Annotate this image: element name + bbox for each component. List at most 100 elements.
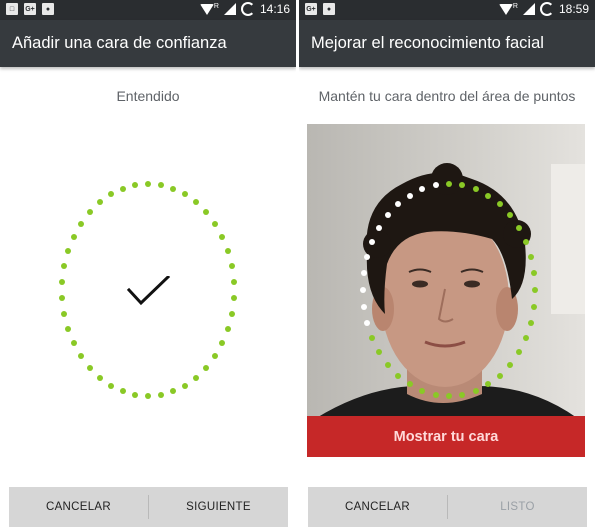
outline-dot <box>119 185 126 192</box>
outline-dot <box>406 192 413 199</box>
outline-dot <box>230 294 237 301</box>
outline-dot <box>107 382 114 389</box>
gplus-icon: G+ <box>24 3 36 15</box>
outline-dot <box>61 263 68 270</box>
outline-dot <box>496 372 503 379</box>
image-icon: □ <box>6 3 18 15</box>
outline-dot <box>203 364 210 371</box>
bag-icon: ● <box>323 3 335 15</box>
outline-dot <box>228 263 235 270</box>
outline-dot <box>70 234 77 240</box>
outline-dot <box>182 382 189 389</box>
outline-dot <box>225 248 232 255</box>
wifi-icon <box>199 3 214 15</box>
outline-dot <box>182 191 189 198</box>
camera-preview <box>307 124 585 457</box>
outline-dot <box>145 393 151 399</box>
outline-dot <box>145 181 151 187</box>
outline-dot <box>361 303 368 310</box>
outline-dot <box>59 279 66 286</box>
page-title: Añadir una cara de confianza <box>12 34 227 52</box>
outline-dot <box>212 220 219 227</box>
outline-dot <box>515 349 522 356</box>
outline-dot <box>77 353 84 360</box>
outline-dot <box>360 287 366 293</box>
outline-dot <box>230 279 237 286</box>
outline-dot <box>485 192 492 199</box>
instruction-text: Entendido <box>116 88 180 104</box>
outline-dot <box>432 182 439 189</box>
page-title: Mejorar el reconocimiento facial <box>311 34 544 52</box>
outline-dot <box>522 238 529 245</box>
bag-icon: ● <box>42 3 54 15</box>
outline-dot <box>446 181 452 187</box>
outline-dot <box>132 182 139 189</box>
outline-dot <box>77 220 84 227</box>
wifi-icon <box>498 3 513 15</box>
show-face-banner: Mostrar tu cara <box>307 416 585 457</box>
outline-dot <box>472 387 479 394</box>
outline-dot <box>506 212 513 219</box>
outline-dot <box>170 388 177 395</box>
app-bar: Mejorar el reconocimiento facial <box>299 20 595 67</box>
outline-dot <box>157 182 164 189</box>
signal-icon <box>223 3 236 15</box>
outline-dot <box>157 391 164 398</box>
outline-dot <box>64 325 71 332</box>
status-bar: G+ ● R 18:59 <box>299 0 595 20</box>
instruction-text: Mantén tu cara dentro del área de puntos <box>318 88 576 104</box>
sync-icon <box>539 2 554 16</box>
outline-dot <box>86 209 93 216</box>
outline-dot <box>212 353 219 360</box>
outline-dot <box>119 388 126 395</box>
outline-dot <box>530 303 537 310</box>
outline-dot <box>70 340 77 346</box>
done-button[interactable]: LISTO <box>448 487 587 527</box>
app-bar: Añadir una cara de confianza <box>0 20 296 67</box>
outline-dot <box>193 374 200 381</box>
outline-dot <box>64 248 71 255</box>
outline-dot <box>446 393 452 399</box>
sync-icon <box>240 2 255 16</box>
outline-dot <box>203 209 210 216</box>
signal-icon <box>522 3 535 15</box>
outline-dot <box>532 287 538 293</box>
outline-dot <box>86 364 93 371</box>
outline-dot <box>96 199 103 206</box>
status-bar: □ G+ ● R 14:16 <box>0 0 296 20</box>
outline-dot <box>225 325 232 332</box>
outline-dot <box>522 335 529 342</box>
button-bar: CANCELAR LISTO <box>308 487 587 527</box>
outline-dot <box>170 185 177 192</box>
checkmark-icon <box>127 276 171 306</box>
cancel-button[interactable]: CANCELAR <box>308 487 447 527</box>
right-screen: G+ ● R 18:59 Mejorar el reconocimiento f… <box>299 0 595 530</box>
face-photo <box>307 124 585 457</box>
outline-dot <box>472 186 479 193</box>
outline-dot <box>432 391 439 398</box>
outline-dot <box>219 234 226 240</box>
roaming-indicator: R <box>512 2 518 10</box>
status-time: 18:59 <box>558 2 589 16</box>
roaming-indicator: R <box>213 2 219 10</box>
left-screen: □ G+ ● R 14:16 Añadir una cara de confia… <box>0 0 296 530</box>
outline-dot <box>59 294 66 301</box>
cancel-button[interactable]: CANCELAR <box>9 487 148 527</box>
outline-dot <box>132 391 139 398</box>
outline-dot <box>107 191 114 198</box>
outline-dot <box>193 199 200 206</box>
outline-dot <box>364 319 371 326</box>
button-bar: CANCELAR SIGUIENTE <box>9 487 288 527</box>
outline-dot <box>496 201 503 208</box>
status-time: 14:16 <box>259 2 290 16</box>
outline-dot <box>527 319 534 326</box>
outline-dot <box>228 310 235 317</box>
outline-dot <box>61 310 68 317</box>
outline-dot <box>506 361 513 368</box>
outline-dot <box>515 224 522 231</box>
outline-dot <box>96 374 103 381</box>
gplus-icon: G+ <box>305 3 317 15</box>
outline-dot <box>219 340 226 346</box>
outline-dot <box>527 254 534 261</box>
next-button[interactable]: SIGUIENTE <box>149 487 288 527</box>
